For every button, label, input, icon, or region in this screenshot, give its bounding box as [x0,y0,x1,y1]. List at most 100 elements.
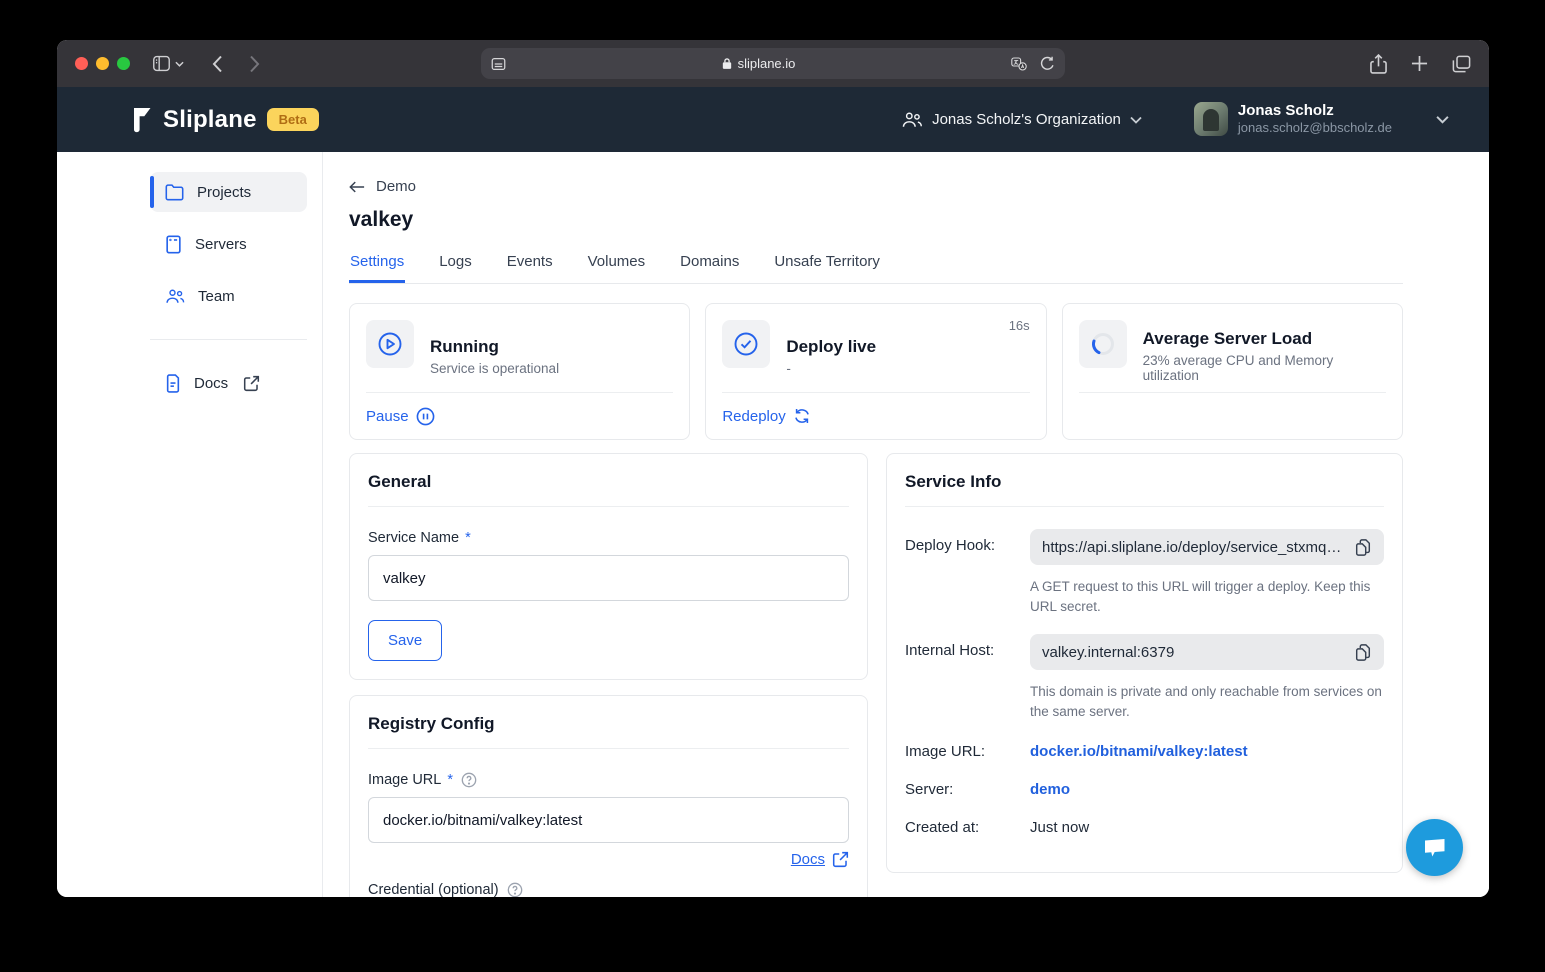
deploy-duration: 16s [1009,318,1030,333]
url-bar[interactable]: sliplane.io [481,48,1065,79]
created-at-value: Just now [1030,819,1089,836]
tabs-overview-icon[interactable] [1452,55,1471,73]
traffic-lights [75,57,130,70]
image-url-row-label: Image URL: [905,743,1030,761]
tab-settings[interactable]: Settings [349,253,405,283]
service-info-heading: Service Info [905,472,1384,492]
question-circle-icon[interactable] [507,882,523,897]
registry-docs-link[interactable]: Docs [791,851,849,868]
status-card-title: Average Server Load [1143,329,1386,349]
browser-window: sliplane.io [57,40,1489,897]
chevron-down-icon[interactable] [175,61,184,67]
breadcrumb[interactable]: Demo [349,178,416,195]
redeploy-button[interactable]: Redeploy [722,407,810,425]
general-panel: General Service Name * Save [349,453,868,680]
copy-icon[interactable] [1354,643,1372,662]
back-icon[interactable] [212,55,223,73]
registry-heading: Registry Config [368,714,849,734]
divider [905,506,1384,507]
internal-host-value: valkey.internal:6379 [1042,644,1344,661]
status-card-deploy: 16s Deploy live - Redeploy [705,303,1046,440]
brand[interactable]: Sliplane Beta [131,106,319,134]
image-url-link[interactable]: docker.io/bitnami/valkey:latest [1030,743,1248,760]
url-text: sliplane.io [738,56,796,71]
sidebar-item-projects[interactable]: Projects [150,172,307,212]
pause-button[interactable]: Pause [366,407,435,426]
save-button[interactable]: Save [368,620,442,661]
user-email: jonas.scholz@bbscholz.de [1238,120,1392,137]
app-header: Sliplane Beta Jonas Scholz's Organizatio… [57,87,1489,152]
zoom-window-button[interactable] [117,57,130,70]
user-menu[interactable]: Jonas Scholz jonas.scholz@bbscholz.de [1194,102,1392,137]
copy-icon[interactable] [1354,538,1372,557]
deploy-hook-value: https://api.sliplane.io/deploy/service_s… [1042,539,1344,556]
general-heading: General [368,472,849,492]
reader-icon[interactable] [491,57,506,71]
breadcrumb-label: Demo [376,178,416,195]
internal-host-value-pill: valkey.internal:6379 [1030,634,1384,670]
close-window-button[interactable] [75,57,88,70]
label-text: Image URL [368,772,441,788]
pause-circle-icon [416,407,435,426]
credential-label: Credential (optional) [368,882,849,897]
sliplane-logo-icon [131,106,153,133]
reload-icon[interactable] [1040,56,1055,72]
server-icon [165,235,182,254]
organization-name: Jonas Scholz's Organization [932,111,1121,128]
check-circle-icon [722,320,770,368]
main-content: Demo valkey Settings Logs Events Volumes… [323,152,1489,897]
tab-domains[interactable]: Domains [679,253,740,283]
tab-events[interactable]: Events [506,253,554,283]
team-icon [165,288,185,305]
back-arrow-icon [349,180,365,194]
user-name: Jonas Scholz [1238,102,1392,120]
sidebar: Projects Servers Team [57,152,323,897]
new-tab-icon[interactable] [1411,55,1428,72]
play-circle-icon [366,320,414,368]
sidebar-divider [150,339,307,340]
docs-link-label: Docs [791,851,825,868]
avatar [1194,102,1228,136]
label-text: Service Name [368,530,459,546]
sidebar-item-servers[interactable]: Servers [150,224,307,264]
tab-unsafe-territory[interactable]: Unsafe Territory [773,253,881,283]
status-card-title: Running [430,337,559,357]
service-name-label: Service Name * [368,530,849,546]
chat-widget-button[interactable] [1406,819,1463,876]
sidebar-item-team[interactable]: Team [150,276,307,316]
beta-badge: Beta [267,108,319,131]
image-url-input[interactable] [368,797,849,843]
sidebar-item-label: Projects [197,184,251,201]
sidebar-item-docs[interactable]: Docs [150,363,307,403]
status-card-title: Deploy live [786,337,876,357]
internal-host-label: Internal Host: [905,634,1030,721]
tab-volumes[interactable]: Volumes [587,253,647,283]
status-cards: Running Service is operational Pause [349,303,1403,440]
chevron-down-icon[interactable] [1436,115,1449,124]
redeploy-icon [793,407,811,425]
question-circle-icon[interactable] [461,772,477,788]
forward-icon[interactable] [249,55,260,73]
tab-logs[interactable]: Logs [438,253,473,283]
status-card-subtitle: - [786,361,876,376]
status-card-subtitle: Service is operational [430,361,559,376]
external-link-icon [832,851,849,868]
organization-switcher[interactable]: Jonas Scholz's Organization [901,111,1142,129]
sidebar-item-label: Team [198,288,235,305]
status-card-server-load: Average Server Load 23% average CPU and … [1062,303,1403,440]
server-link[interactable]: demo [1030,781,1070,798]
gauge-icon [1079,320,1127,368]
translate-icon[interactable] [1011,57,1027,71]
divider [368,748,849,749]
minimize-window-button[interactable] [96,57,109,70]
deploy-hook-value-pill: https://api.sliplane.io/deploy/service_s… [1030,529,1384,565]
sidebar-item-label: Docs [194,375,228,392]
sidebar-toggle-icon[interactable] [152,55,171,72]
left-panel-column: General Service Name * Save Registry Con… [349,453,868,897]
tab-bar: Settings Logs Events Volumes Domains Uns… [349,253,1403,284]
service-name-input[interactable] [368,555,849,601]
service-info-panel: Service Info Deploy Hook: https://api.sl… [886,453,1403,873]
deploy-hook-note: A GET request to this URL will trigger a… [1030,577,1375,616]
share-icon[interactable] [1370,54,1387,74]
folder-icon [165,184,184,201]
